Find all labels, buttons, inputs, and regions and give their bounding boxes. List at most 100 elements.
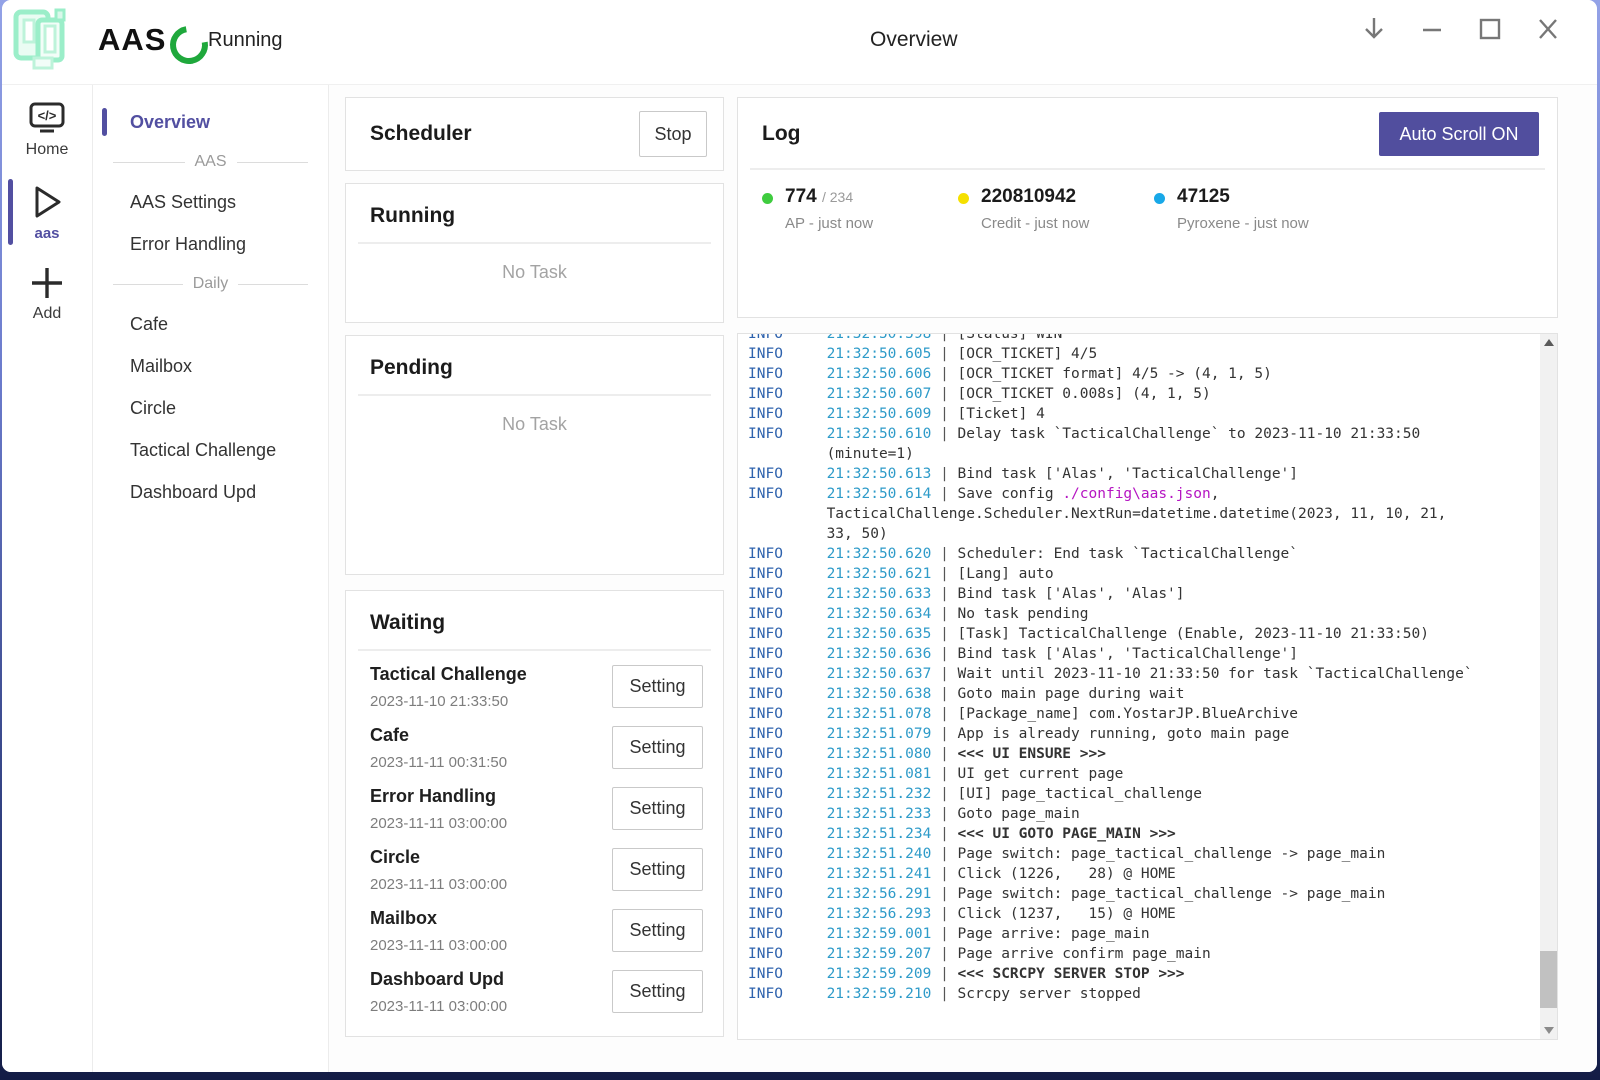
- scheduler-title: Scheduler: [370, 122, 472, 146]
- setting-button[interactable]: Setting: [612, 787, 703, 830]
- active-indicator-bar: [8, 179, 13, 245]
- close-button[interactable]: [1535, 16, 1561, 42]
- log-line-wrap: (minute=1): [748, 444, 1537, 464]
- log-line: INFO 21:32:56.291 | Page switch: page_ta…: [748, 884, 1537, 904]
- nav-item-dashboard-upd[interactable]: Dashboard Upd: [93, 471, 328, 513]
- waiting-row: Error Handling 2023-11-11 03:00:00 Setti…: [370, 779, 703, 840]
- log-line: INFO 21:32:50.598 | [Status] WIN: [748, 333, 1537, 344]
- rail-label: aas: [34, 225, 59, 242]
- setting-button[interactable]: Setting: [612, 848, 703, 891]
- nav-label: Mailbox: [130, 356, 192, 377]
- log-line: INFO 21:32:50.614 | Save config ./config…: [748, 484, 1537, 504]
- stat-label: AP - just now: [785, 215, 873, 232]
- log-line: INFO 21:32:51.078 | [Package_name] com.Y…: [748, 704, 1537, 724]
- stop-button[interactable]: Stop: [639, 111, 707, 157]
- divider: [358, 394, 711, 396]
- log-line: INFO 21:32:50.620 | Scheduler: End task …: [748, 544, 1537, 564]
- play-icon: [27, 183, 67, 221]
- divider: [358, 649, 711, 651]
- rail-item-add[interactable]: Add: [2, 257, 92, 331]
- nav-label: Dashboard Upd: [130, 482, 256, 503]
- left-rail: </> Home aas Add: [2, 85, 93, 1072]
- log-header: Log Auto Scroll ON: [738, 98, 1557, 168]
- main-content: Scheduler Stop Running No Task Pending N…: [329, 85, 1597, 1072]
- waiting-row: Tactical Challenge 2023-11-10 21:33:50 S…: [370, 657, 703, 718]
- nav-label: Cafe: [130, 314, 168, 335]
- minimize-button[interactable]: [1419, 16, 1445, 42]
- app-window: AAS Running Overview: [2, 0, 1597, 1072]
- nav-item-circle[interactable]: Circle: [93, 387, 328, 429]
- setting-button[interactable]: Setting: [612, 665, 703, 708]
- log-line: INFO 21:32:51.241 | Click (1226, 28) @ H…: [748, 864, 1537, 884]
- scheduler-status: Running: [208, 29, 283, 52]
- log-line: INFO 21:32:50.638 | Goto main page durin…: [748, 684, 1537, 704]
- log-line: INFO 21:32:50.609 | [Ticket] 4: [748, 404, 1537, 424]
- pending-empty-text: No Task: [346, 414, 723, 435]
- log-line-wrap: TacticalChallenge.Scheduler.NextRun=date…: [748, 504, 1537, 524]
- scroll-thumb[interactable]: [1540, 951, 1557, 1008]
- stat-ap: 774 / 234 AP - just now: [762, 186, 958, 232]
- log-panel: Log Auto Scroll ON 774 / 234 AP - just n…: [737, 97, 1558, 318]
- nav-item-aas-settings[interactable]: AAS Settings: [93, 181, 328, 223]
- stat-total: / 234: [822, 189, 853, 205]
- rail-item-aas[interactable]: aas: [2, 175, 92, 249]
- setting-button[interactable]: Setting: [612, 970, 703, 1013]
- log-line: INFO 21:32:50.637 | Wait until 2023-11-1…: [748, 664, 1537, 684]
- running-panel: Running No Task: [345, 183, 724, 323]
- log-line: INFO 21:32:59.001 | Page arrive: page_ma…: [748, 924, 1537, 944]
- rail-item-home[interactable]: </> Home: [2, 93, 92, 167]
- nav-label: Circle: [130, 398, 176, 419]
- log-line: INFO 21:32:50.636 | Bind task ['Alas', '…: [748, 644, 1537, 664]
- log-line: INFO 21:32:59.210 | Scrcpy server stoppe…: [748, 984, 1537, 1004]
- log-line: INFO 21:32:50.621 | [Lang] auto: [748, 564, 1537, 584]
- waiting-row: Mailbox 2023-11-11 03:00:00 Setting: [370, 901, 703, 962]
- nav-panel: Overview AAS AAS Settings Error Handling…: [93, 85, 329, 1072]
- setting-button[interactable]: Setting: [612, 726, 703, 769]
- app-logo-icon: [12, 8, 80, 72]
- selected-indicator-bar: [102, 108, 107, 136]
- log-line: INFO 21:32:50.635 | [Task] TacticalChall…: [748, 624, 1537, 644]
- log-line: INFO 21:32:59.209 | <<< SCRCPY SERVER ST…: [748, 964, 1537, 984]
- ap-dot-icon: [762, 193, 773, 204]
- svg-text:</>: </>: [38, 108, 57, 123]
- maximize-button[interactable]: [1477, 16, 1503, 42]
- log-stats: 774 / 234 AP - just now 220810942 Credit…: [762, 186, 1557, 232]
- nav-item-error-handling[interactable]: Error Handling: [93, 223, 328, 265]
- log-line: INFO 21:32:51.234 | <<< UI GOTO PAGE_MAI…: [748, 824, 1537, 844]
- hide-window-button[interactable]: [1361, 16, 1387, 42]
- log-line: INFO 21:32:50.606 | [OCR_TICKET format] …: [748, 364, 1537, 384]
- window-controls: [1361, 16, 1561, 42]
- stat-label: Credit - just now: [981, 215, 1089, 232]
- scroll-down-arrow[interactable]: [1540, 1022, 1557, 1039]
- scroll-up-arrow[interactable]: [1540, 334, 1557, 351]
- pending-title: Pending: [370, 356, 723, 380]
- stat-credit: 220810942 Credit - just now: [958, 186, 1154, 232]
- plus-icon: [28, 265, 66, 301]
- log-output: INFO 21:32:50.598 | [Status] WININFO 21:…: [737, 333, 1558, 1040]
- nav-group-label: Daily: [193, 275, 229, 293]
- stat-value: 774: [785, 186, 817, 207]
- nav-group-daily: Daily: [93, 265, 328, 303]
- credit-dot-icon: [958, 193, 969, 204]
- log-line: INFO 21:32:50.605 | [OCR_TICKET] 4/5: [748, 344, 1537, 364]
- home-monitor-icon: </>: [26, 101, 68, 137]
- nav-item-cafe[interactable]: Cafe: [93, 303, 328, 345]
- autoscroll-button[interactable]: Auto Scroll ON: [1379, 112, 1539, 156]
- pending-panel: Pending No Task: [345, 335, 724, 575]
- stat-value: 220810942: [981, 186, 1076, 207]
- setting-button[interactable]: Setting: [612, 909, 703, 952]
- nav-item-mailbox[interactable]: Mailbox: [93, 345, 328, 387]
- log-line: INFO 21:32:51.233 | Goto page_main: [748, 804, 1537, 824]
- running-empty-text: No Task: [346, 262, 723, 283]
- nav-label: Error Handling: [130, 234, 246, 255]
- log-title: Log: [762, 122, 800, 146]
- stat-pyroxene: 47125 Pyroxene - just now: [1154, 186, 1350, 232]
- nav-item-overview[interactable]: Overview: [93, 101, 328, 143]
- nav-item-tactical-challenge[interactable]: Tactical Challenge: [93, 429, 328, 471]
- desktop-background: AAS Running Overview: [0, 0, 1600, 1080]
- log-line-wrap: 33, 50): [748, 524, 1537, 544]
- log-line: INFO 21:32:50.634 | No task pending: [748, 604, 1537, 624]
- log-scrollbar[interactable]: [1540, 334, 1557, 1039]
- log-line: INFO 21:32:51.240 | Page switch: page_ta…: [748, 844, 1537, 864]
- log-line: INFO 21:32:50.607 | [OCR_TICKET 0.008s] …: [748, 384, 1537, 404]
